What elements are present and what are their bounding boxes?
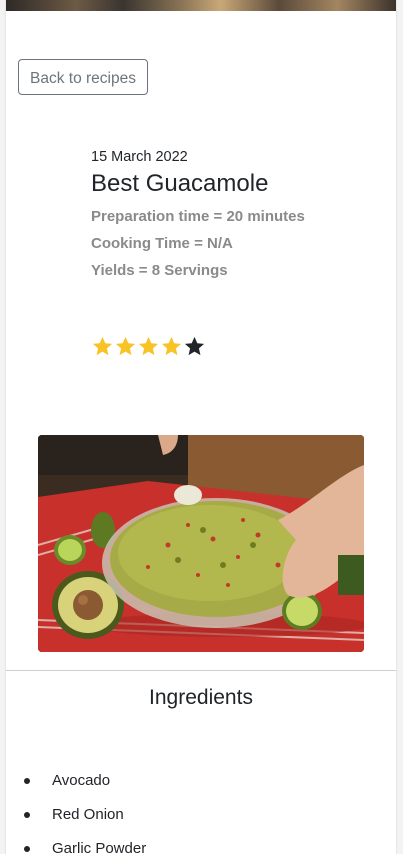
star-filled-icon[interactable] xyxy=(114,335,137,358)
ingredients-list: Avocado Red Onion Garlic Powder xyxy=(6,768,396,854)
star-rating[interactable] xyxy=(91,335,206,359)
ingredient-item: Avocado xyxy=(6,768,396,802)
back-to-recipes-button[interactable]: Back to recipes xyxy=(18,59,148,95)
bullet-icon xyxy=(24,846,30,852)
recipe-photo xyxy=(38,435,364,652)
preparation-time: Preparation time = 20 minutes xyxy=(91,208,305,225)
section-divider xyxy=(6,670,396,671)
bullet-icon xyxy=(24,778,30,784)
star-filled-icon[interactable] xyxy=(137,335,160,358)
recipe-card: Back to recipes 15 March 2022 Best Guaca… xyxy=(6,0,396,854)
star-filled-icon[interactable] xyxy=(160,335,183,358)
guacamole-image xyxy=(38,435,364,652)
ingredient-label: Red Onion xyxy=(52,806,124,823)
recipe-date: 15 March 2022 xyxy=(91,149,188,165)
cooking-time: Cooking Time = N/A xyxy=(91,235,233,252)
ingredient-item: Red Onion xyxy=(6,802,396,836)
recipe-title: Best Guacamole xyxy=(91,170,269,197)
header-image-strip xyxy=(6,0,396,11)
bullet-icon xyxy=(24,812,30,818)
star-filled-icon[interactable] xyxy=(91,335,114,358)
ingredients-heading: Ingredients xyxy=(149,686,253,709)
star-empty-icon[interactable] xyxy=(183,335,206,358)
ingredient-item: Garlic Powder xyxy=(6,836,396,854)
ingredient-label: Avocado xyxy=(52,772,111,789)
ingredient-label: Garlic Powder xyxy=(52,840,147,854)
yields: Yields = 8 Servings xyxy=(91,262,228,279)
